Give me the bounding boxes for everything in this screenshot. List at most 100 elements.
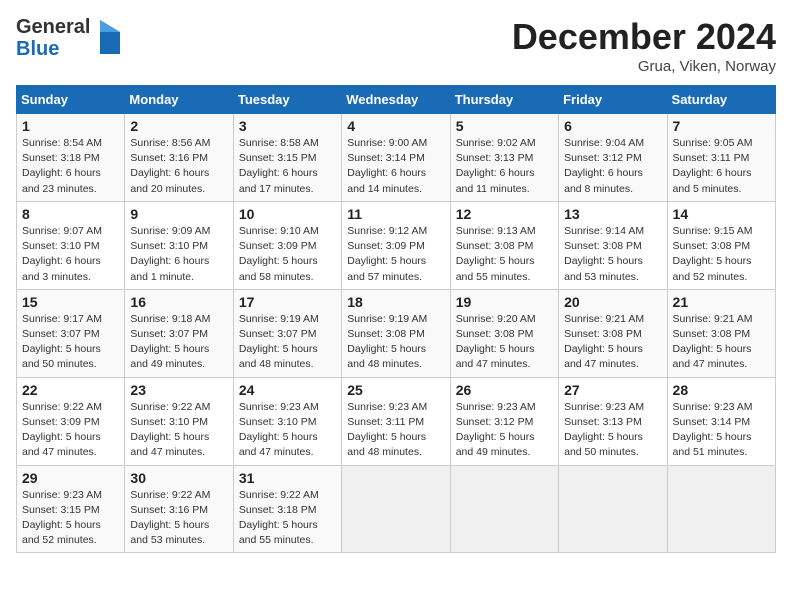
day-number: 11 [347,206,444,222]
day-info: Sunrise: 9:14 AMSunset: 3:08 PMDaylight:… [564,224,661,285]
day-info: Sunrise: 9:13 AMSunset: 3:08 PMDaylight:… [456,224,553,285]
day-number: 20 [564,294,661,310]
day-number: 18 [347,294,444,310]
day-info: Sunrise: 9:22 AMSunset: 3:16 PMDaylight:… [130,488,227,549]
calendar-header: SundayMondayTuesdayWednesdayThursdayFrid… [17,86,776,114]
day-number: 23 [130,382,227,398]
day-number: 17 [239,294,336,310]
calendar-cell: 14 Sunrise: 9:15 AMSunset: 3:08 PMDayligh… [667,201,775,289]
week-row-3: 15 Sunrise: 9:17 AMSunset: 3:07 PMDayligh… [17,289,776,377]
calendar-cell: 13 Sunrise: 9:14 AMSunset: 3:08 PMDayligh… [559,201,667,289]
calendar-cell: 17 Sunrise: 9:19 AMSunset: 3:07 PMDayligh… [233,289,341,377]
calendar-cell: 23 Sunrise: 9:22 AMSunset: 3:10 PMDayligh… [125,377,233,465]
day-number: 31 [239,470,336,486]
logo-icon [92,18,124,58]
day-number: 6 [564,118,661,134]
day-info: Sunrise: 9:21 AMSunset: 3:08 PMDaylight:… [564,312,661,373]
day-info: Sunrise: 9:21 AMSunset: 3:08 PMDaylight:… [673,312,770,373]
week-row-2: 8 Sunrise: 9:07 AMSunset: 3:10 PMDaylight… [17,201,776,289]
day-number: 3 [239,118,336,134]
day-number: 30 [130,470,227,486]
day-number: 10 [239,206,336,222]
day-info: Sunrise: 9:17 AMSunset: 3:07 PMDaylight:… [22,312,119,373]
day-number: 9 [130,206,227,222]
calendar-cell: 26Sunrise: 9:23 AMSunset: 3:12 PMDayligh… [450,377,558,465]
calendar-cell: 9 Sunrise: 9:09 AMSunset: 3:10 PMDaylight… [125,201,233,289]
logo-general: General [16,16,90,38]
day-info: Sunrise: 9:20 AMSunset: 3:08 PMDaylight:… [456,312,553,373]
day-info: Sunrise: 9:22 AMSunset: 3:18 PMDaylight:… [239,488,336,549]
day-number: 25 [347,382,444,398]
week-row-5: 29Sunrise: 9:23 AMSunset: 3:15 PMDayligh… [17,465,776,553]
day-info: Sunrise: 8:54 AMSunset: 3:18 PMDaylight:… [22,136,119,197]
header-day-monday: Monday [125,86,233,114]
logo-blue: Blue [16,38,90,60]
day-info: Sunrise: 9:10 AMSunset: 3:09 PMDaylight:… [239,224,336,285]
day-info: Sunrise: 8:56 AMSunset: 3:16 PMDaylight:… [130,136,227,197]
day-info: Sunrise: 9:22 AMSunset: 3:10 PMDaylight:… [130,400,227,461]
calendar-cell: 29Sunrise: 9:23 AMSunset: 3:15 PMDayligh… [17,465,125,553]
calendar-cell: 1 Sunrise: 8:54 AMSunset: 3:18 PMDaylight… [17,114,125,202]
header-row: SundayMondayTuesdayWednesdayThursdayFrid… [17,86,776,114]
day-info: Sunrise: 9:04 AMSunset: 3:12 PMDaylight:… [564,136,661,197]
calendar-cell: 22Sunrise: 9:22 AMSunset: 3:09 PMDayligh… [17,377,125,465]
location: Grua, Viken, Norway [512,58,776,75]
day-info: Sunrise: 9:19 AMSunset: 3:08 PMDaylight:… [347,312,444,373]
calendar-cell: 24 Sunrise: 9:23 AMSunset: 3:10 PMDayligh… [233,377,341,465]
calendar-cell: 18 Sunrise: 9:19 AMSunset: 3:08 PMDayligh… [342,289,450,377]
calendar-cell: 2 Sunrise: 8:56 AMSunset: 3:16 PMDaylight… [125,114,233,202]
day-number: 13 [564,206,661,222]
calendar-cell: 25Sunrise: 9:23 AMSunset: 3:11 PMDayligh… [342,377,450,465]
header-day-sunday: Sunday [17,86,125,114]
day-info: Sunrise: 9:15 AMSunset: 3:08 PMDaylight:… [673,224,770,285]
calendar-cell [450,465,558,553]
header-day-tuesday: Tuesday [233,86,341,114]
day-info: Sunrise: 9:23 AMSunset: 3:15 PMDaylight:… [22,488,119,549]
day-info: Sunrise: 9:18 AMSunset: 3:07 PMDaylight:… [130,312,227,373]
day-number: 16 [130,294,227,310]
calendar-cell: 3Sunrise: 8:58 AMSunset: 3:15 PMDaylight… [233,114,341,202]
day-number: 26 [456,382,553,398]
day-info: Sunrise: 9:07 AMSunset: 3:10 PMDaylight:… [22,224,119,285]
calendar-cell: 12 Sunrise: 9:13 AMSunset: 3:08 PMDayligh… [450,201,558,289]
calendar-cell: 11Sunrise: 9:12 AMSunset: 3:09 PMDayligh… [342,201,450,289]
day-info: Sunrise: 9:05 AMSunset: 3:11 PMDaylight:… [673,136,770,197]
day-number: 1 [22,118,119,134]
calendar-cell [667,465,775,553]
day-number: 21 [673,294,770,310]
day-number: 5 [456,118,553,134]
day-number: 4 [347,118,444,134]
day-number: 19 [456,294,553,310]
calendar-cell: 31 Sunrise: 9:22 AMSunset: 3:18 PMDayligh… [233,465,341,553]
month-year: December 2024 [512,16,776,58]
title-block: December 2024 Grua, Viken, Norway [512,16,776,75]
day-info: Sunrise: 9:00 AMSunset: 3:14 PMDaylight:… [347,136,444,197]
header-day-friday: Friday [559,86,667,114]
day-info: Sunrise: 9:09 AMSunset: 3:10 PMDaylight:… [130,224,227,285]
logo: General Blue [16,16,124,60]
calendar-cell [559,465,667,553]
calendar-table: SundayMondayTuesdayWednesdayThursdayFrid… [16,85,776,553]
day-number: 12 [456,206,553,222]
calendar-cell: 16 Sunrise: 9:18 AMSunset: 3:07 PMDayligh… [125,289,233,377]
day-number: 15 [22,294,119,310]
calendar-cell: 20 Sunrise: 9:21 AMSunset: 3:08 PMDayligh… [559,289,667,377]
calendar-cell: 30 Sunrise: 9:22 AMSunset: 3:16 PMDayligh… [125,465,233,553]
day-number: 14 [673,206,770,222]
day-number: 2 [130,118,227,134]
calendar-cell: 6 Sunrise: 9:04 AMSunset: 3:12 PMDaylight… [559,114,667,202]
calendar-cell: 7Sunrise: 9:05 AMSunset: 3:11 PMDaylight… [667,114,775,202]
day-info: Sunrise: 9:19 AMSunset: 3:07 PMDaylight:… [239,312,336,373]
calendar-cell: 19 Sunrise: 9:20 AMSunset: 3:08 PMDayligh… [450,289,558,377]
calendar-cell: 15 Sunrise: 9:17 AMSunset: 3:07 PMDayligh… [17,289,125,377]
day-info: Sunrise: 9:23 AMSunset: 3:13 PMDaylight:… [564,400,661,461]
day-number: 28 [673,382,770,398]
day-info: Sunrise: 9:23 AMSunset: 3:10 PMDaylight:… [239,400,336,461]
calendar-cell: 10 Sunrise: 9:10 AMSunset: 3:09 PMDayligh… [233,201,341,289]
week-row-4: 22Sunrise: 9:22 AMSunset: 3:09 PMDayligh… [17,377,776,465]
header-day-thursday: Thursday [450,86,558,114]
day-number: 8 [22,206,119,222]
day-number: 24 [239,382,336,398]
calendar-cell: 8 Sunrise: 9:07 AMSunset: 3:10 PMDaylight… [17,201,125,289]
header-day-wednesday: Wednesday [342,86,450,114]
